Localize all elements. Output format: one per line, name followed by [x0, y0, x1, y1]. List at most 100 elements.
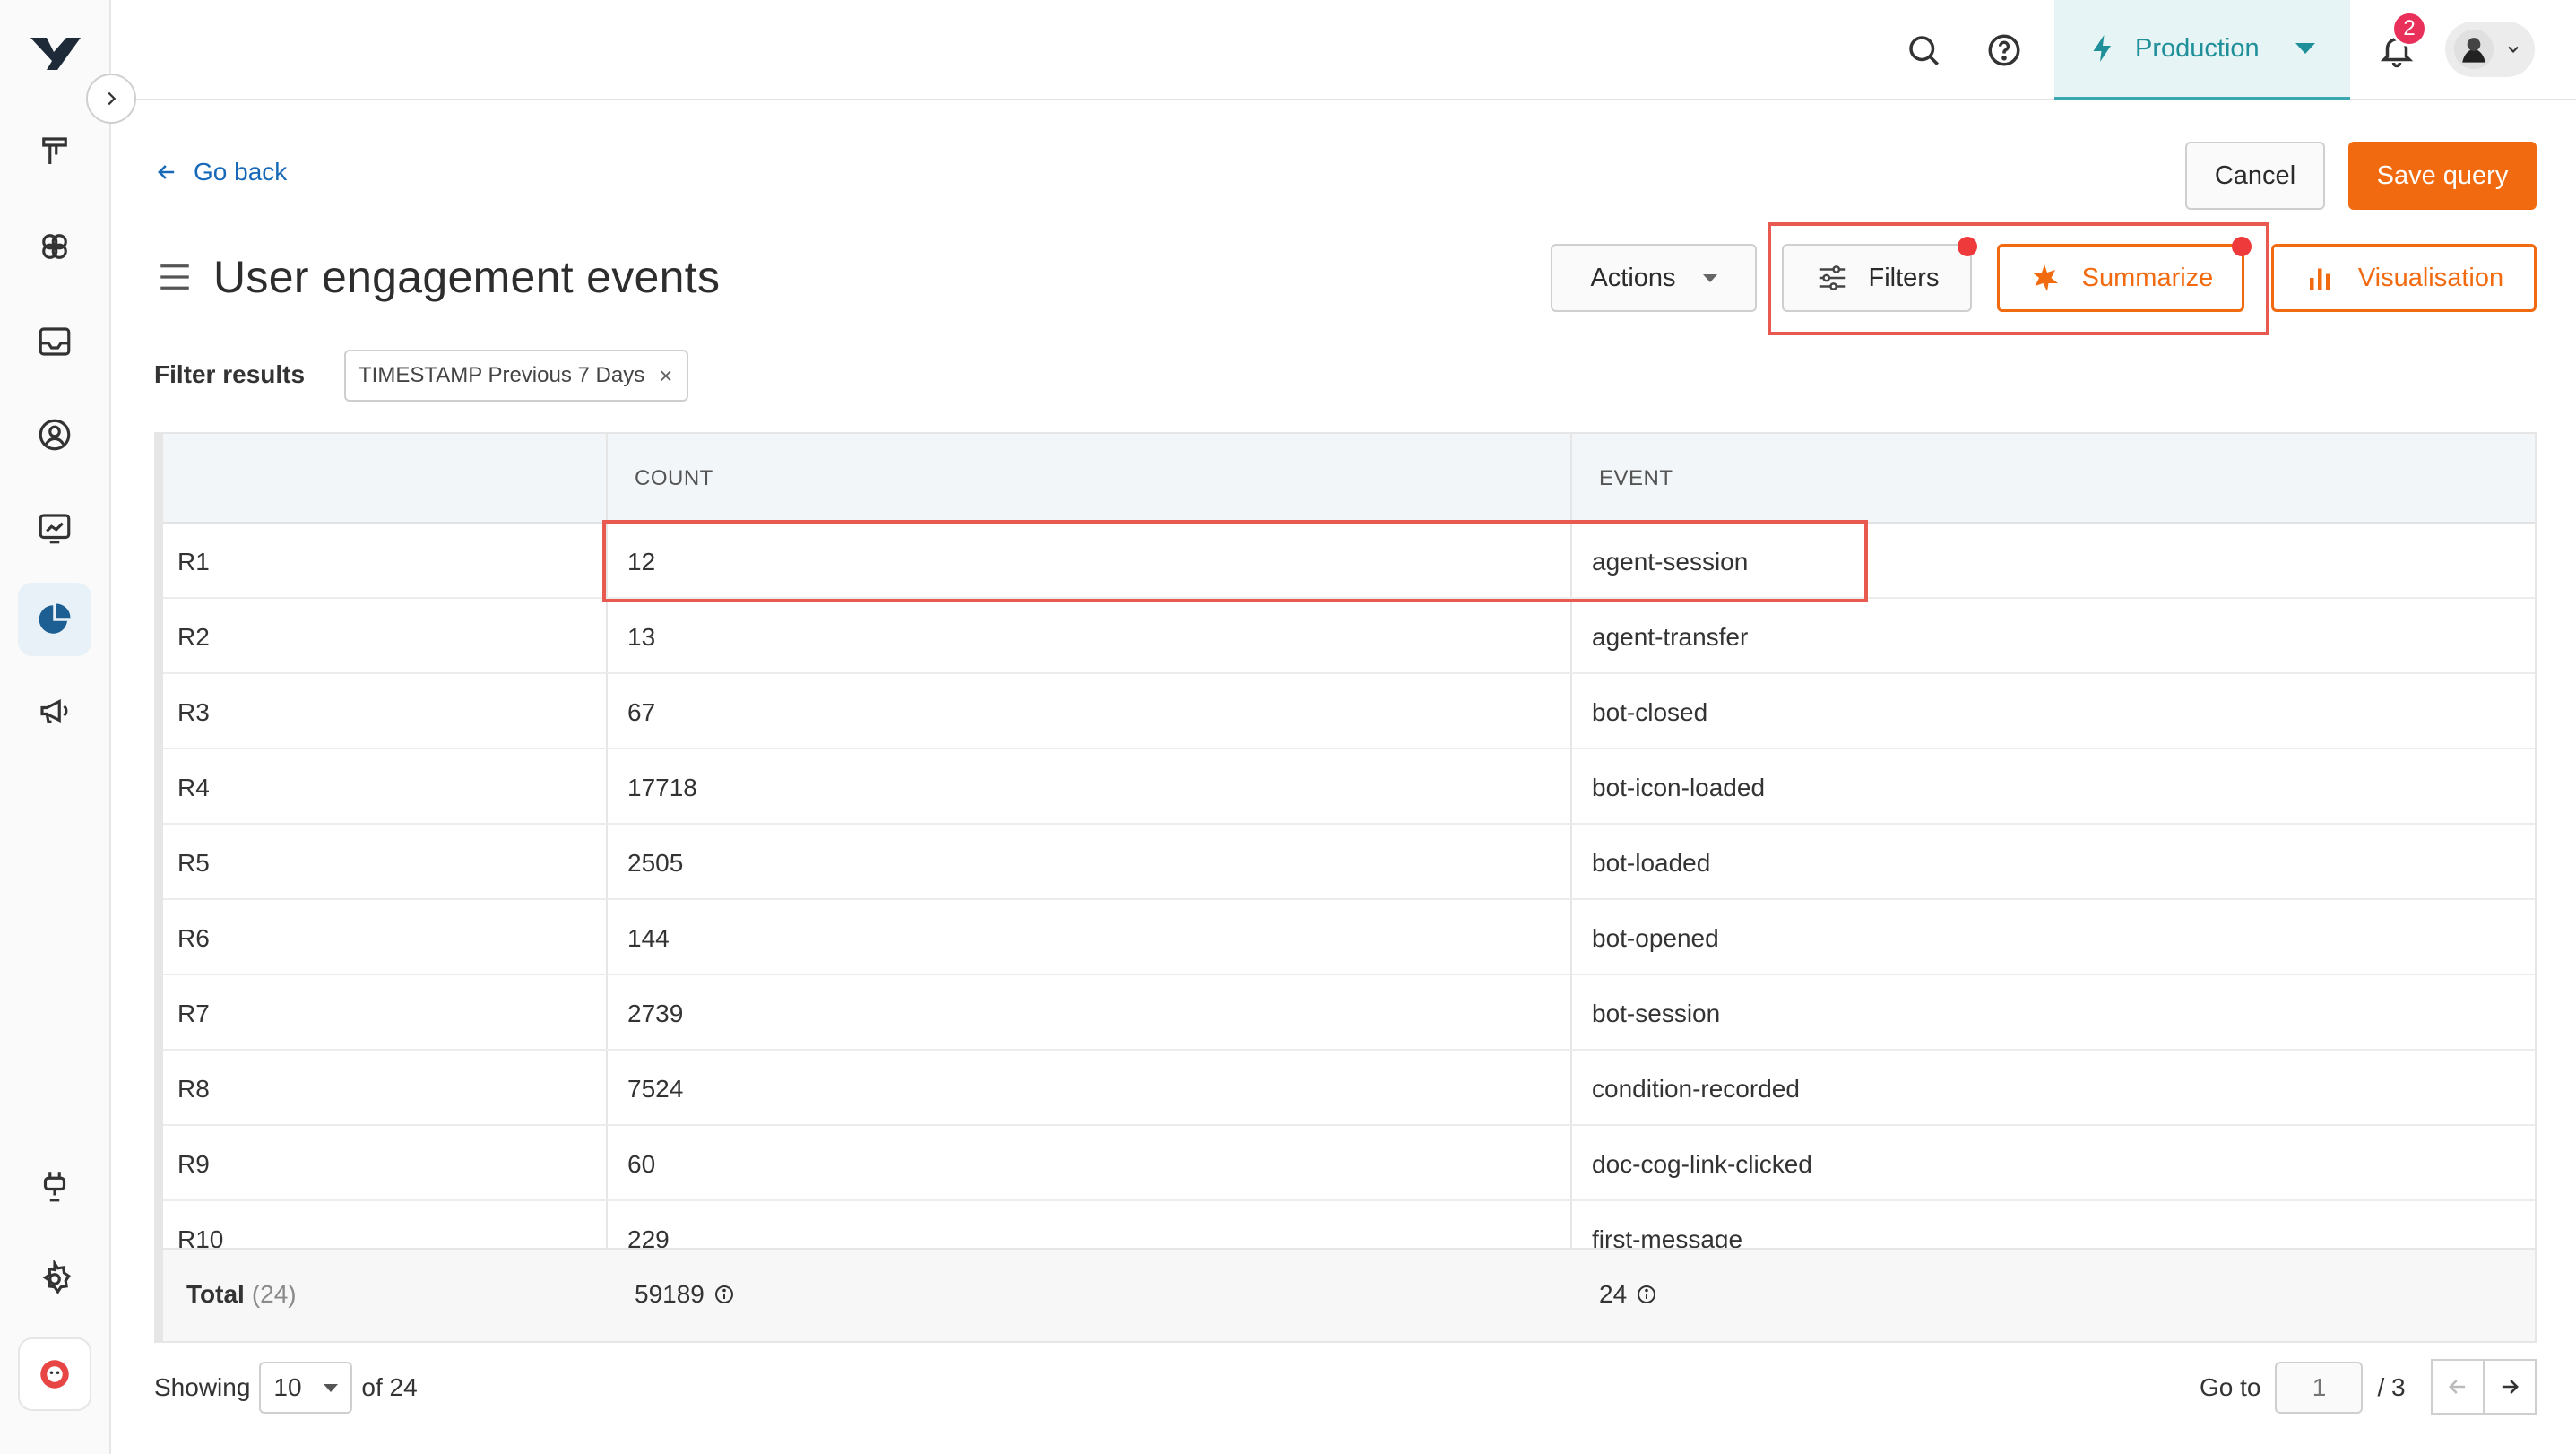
search-button[interactable]: [1900, 27, 1947, 74]
filter-results-label: Filter results: [154, 360, 306, 388]
count-cell: 67: [627, 698, 656, 726]
arrow-right-icon: [2502, 1380, 2519, 1394]
actions-dropdown-button[interactable]: Actions: [1551, 244, 1757, 312]
page-size-select[interactable]: 10: [259, 1362, 353, 1414]
nav-build-icon[interactable]: [18, 115, 91, 188]
event-cell: bot-loaded: [1592, 849, 1711, 877]
notification-count-badge: 2: [2391, 11, 2427, 47]
chevron-down-icon: [2295, 43, 2315, 54]
menu-lines-icon[interactable]: [156, 258, 194, 296]
event-cell: bot-session: [1592, 1000, 1721, 1027]
table-row[interactable]: R3 67 bot-closed: [156, 674, 2535, 749]
environment-label: Production: [2135, 33, 2260, 63]
sidebar-expand-button[interactable]: [86, 74, 136, 124]
search-icon: [1909, 36, 1939, 65]
next-page-button[interactable]: [2483, 1359, 2537, 1415]
avatar: [2454, 30, 2494, 69]
event-cell: condition-recorded: [1592, 1075, 1800, 1103]
row-id-cell: R1: [177, 548, 210, 576]
count-cell: 2505: [627, 849, 684, 877]
highlight-first-row: [602, 520, 1868, 602]
table-row[interactable]: R4 17718 bot-icon-loaded: [156, 749, 2535, 825]
filter-chip[interactable]: TIMESTAMP Previous 7 Days ×: [344, 350, 688, 402]
table-row[interactable]: R9 60 doc-cog-link-clicked: [156, 1126, 2535, 1201]
total-count-label: of 24: [361, 1373, 418, 1401]
table-row[interactable]: R7 2739 bot-session: [156, 975, 2535, 1051]
showing-label: Showing: [154, 1373, 251, 1401]
nav-plugin-icon[interactable]: [18, 1149, 91, 1223]
event-total-value: 24: [1599, 1280, 1628, 1308]
table-footer: Total (24) 59189 24: [156, 1248, 2535, 1341]
event-cell: doc-cog-link-clicked: [1592, 1150, 1812, 1178]
table-row[interactable]: R6 144 bot-opened: [156, 900, 2535, 975]
count-cell: 17718: [627, 774, 697, 801]
row-id-cell: R9: [177, 1150, 210, 1178]
table-header: COUNT EVENT: [156, 434, 2535, 524]
nav-settings-gear-icon[interactable]: [18, 1242, 91, 1316]
nav-inbox-icon[interactable]: [18, 305, 91, 378]
total-cell: Total (24): [186, 1280, 297, 1309]
count-cell: 2739: [627, 1000, 684, 1027]
app-logo-icon[interactable]: [27, 32, 84, 75]
table-row[interactable]: R5 2505 bot-loaded: [156, 825, 2535, 900]
environment-selector[interactable]: Production: [2054, 0, 2350, 100]
highlight-filters-summarize: [1768, 222, 2269, 335]
table-row[interactable]: R8 7524 condition-recorded: [156, 1051, 2535, 1126]
arrow-left-icon: [2449, 1380, 2466, 1394]
go-back-link[interactable]: Go back: [154, 158, 287, 186]
event-total-cell: 24: [1599, 1280, 1657, 1309]
count-cell: 60: [627, 1150, 656, 1178]
chevron-right-icon: [108, 91, 117, 106]
event-cell: bot-closed: [1592, 698, 1708, 726]
help-button[interactable]: [1981, 27, 2027, 74]
info-icon[interactable]: [713, 1284, 735, 1305]
close-icon[interactable]: ×: [659, 362, 672, 390]
page-title-row: User engagement events: [156, 251, 720, 303]
column-header-event[interactable]: EVENT: [1599, 466, 1673, 491]
count-cell: 13: [627, 623, 656, 651]
caret-down-icon: [323, 1383, 338, 1392]
actions-label: Actions: [1590, 263, 1676, 292]
row-id-cell: R7: [177, 1000, 210, 1027]
page-size-value: 10: [273, 1373, 302, 1401]
user-menu[interactable]: [2445, 22, 2535, 77]
go-back-label: Go back: [194, 158, 288, 186]
table-left-edge: [156, 434, 163, 1341]
cancel-button[interactable]: Cancel: [2185, 142, 2325, 210]
nav-campaign-megaphone-icon[interactable]: [18, 674, 91, 748]
save-query-button[interactable]: Save query: [2348, 142, 2537, 210]
row-id-cell: R3: [177, 698, 210, 726]
nav-brain-icon[interactable]: [18, 210, 91, 283]
total-rows: (24): [251, 1280, 297, 1308]
info-icon[interactable]: [1636, 1284, 1657, 1305]
count-total-cell: 59189: [635, 1280, 735, 1309]
lightning-bolt-icon: [2093, 35, 2111, 62]
page-number-input[interactable]: [2275, 1362, 2364, 1414]
arrow-left-icon: [158, 165, 175, 179]
nav-insights-icon[interactable]: [18, 491, 91, 565]
filter-chip-label: TIMESTAMP Previous 7 Days: [359, 363, 645, 387]
event-cell: bot-opened: [1592, 924, 1719, 952]
count-total-value: 59189: [635, 1280, 705, 1308]
previous-page-button[interactable]: [2431, 1359, 2485, 1415]
bar-chart-icon: [2309, 268, 2330, 290]
nav-analytics-pie-icon[interactable]: [18, 583, 91, 656]
chevron-down-icon: [2508, 46, 2519, 53]
page-title: User engagement events: [213, 252, 721, 302]
row-id-cell: R2: [177, 623, 210, 651]
goto-label: Go to: [2200, 1373, 2261, 1401]
visualisation-button[interactable]: Visualisation: [2271, 244, 2537, 312]
visualisation-label: Visualisation: [2357, 263, 2504, 292]
goto-page-control: Go to / 3: [2200, 1361, 2406, 1415]
nav-user-icon[interactable]: [18, 398, 91, 472]
column-header-count[interactable]: COUNT: [635, 466, 713, 491]
event-cell: bot-icon-loaded: [1592, 774, 1766, 801]
nav-bot-avatar-icon[interactable]: [18, 1337, 91, 1411]
page-size-control: Showing 10 of 24: [154, 1361, 418, 1415]
total-label: Total: [186, 1280, 245, 1308]
row-id-cell: R8: [177, 1075, 210, 1103]
caret-down-icon: [1702, 273, 1717, 282]
total-pages-label: / 3: [2377, 1373, 2406, 1401]
count-cell: 7524: [627, 1075, 684, 1103]
table-row[interactable]: R2 13 agent-transfer: [156, 599, 2535, 674]
